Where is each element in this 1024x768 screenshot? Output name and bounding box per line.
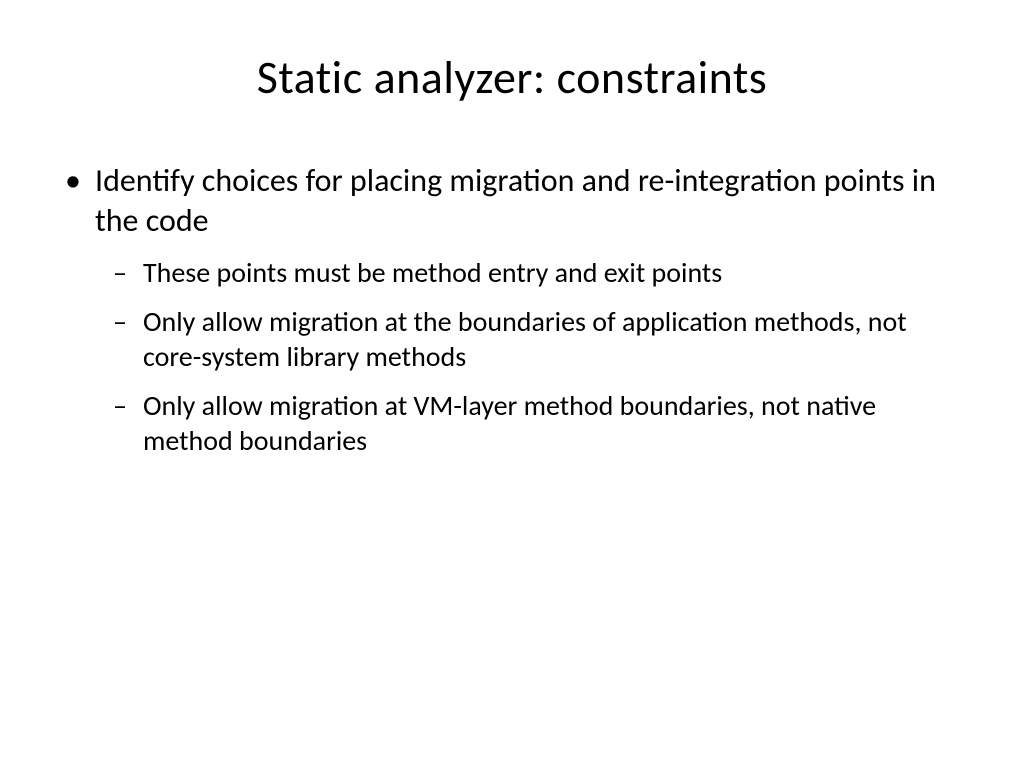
bullet-text: Identify choices for placing migration a…	[95, 161, 936, 240]
sub-bullet-text: Only allow migration at VM-layer method …	[143, 388, 876, 458]
sub-bullet-list: These points must be method entry and ex…	[95, 255, 964, 458]
sub-bullet-item: Only allow migration at the boundaries o…	[143, 304, 964, 374]
sub-bullet-item: Only allow migration at VM-layer method …	[143, 388, 964, 458]
sub-bullet-text: Only allow migration at the boundaries o…	[143, 304, 907, 374]
slide: Static analyzer: constraints Identify ch…	[0, 0, 1024, 768]
sub-bullet-item: These points must be method entry and ex…	[143, 255, 964, 290]
bullet-list: Identify choices for placing migration a…	[60, 161, 964, 458]
bullet-item: Identify choices for placing migration a…	[95, 161, 964, 458]
sub-bullet-text: These points must be method entry and ex…	[143, 255, 722, 290]
slide-title: Static analyzer: constraints	[60, 50, 964, 106]
